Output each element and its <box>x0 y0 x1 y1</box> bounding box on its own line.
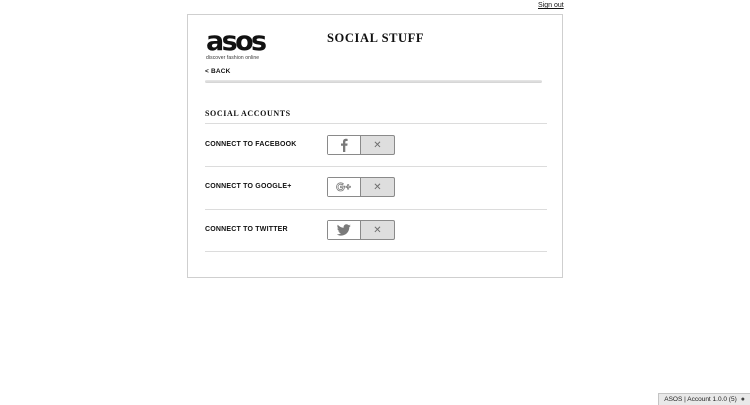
close-icon: ✕ <box>373 139 382 151</box>
row-divider <box>205 166 547 167</box>
logo-wordmark: asos <box>206 26 267 57</box>
status-indicator-icon: ● <box>740 396 745 403</box>
google-plus-connect-toggle[interactable]: ✕ <box>327 177 395 197</box>
header-divider <box>205 80 542 83</box>
facebook-connect-toggle[interactable]: ✕ <box>327 135 395 155</box>
section-title: SOCIAL ACCOUNTS <box>205 109 291 118</box>
twitter-icon <box>337 224 351 236</box>
facebook-icon <box>341 138 348 152</box>
asos-logo[interactable]: asos discover fashion online <box>206 26 272 61</box>
toggle-knob <box>328 221 361 239</box>
toggle-off-state: ✕ <box>361 136 394 154</box>
google-plus-icon <box>336 182 351 192</box>
social-settings-panel: asos discover fashion online SOCIAL STUF… <box>187 14 563 278</box>
row-divider <box>205 123 547 124</box>
twitter-connect-label: CONNECT TO TWITTER <box>205 226 288 233</box>
toggle-knob <box>328 178 361 196</box>
row-divider <box>205 209 547 210</box>
google-plus-connect-label: CONNECT TO GOOGLE+ <box>205 183 292 190</box>
toggle-knob <box>328 136 361 154</box>
close-icon: ✕ <box>373 181 382 193</box>
sign-out-link[interactable]: Sign out <box>538 2 564 9</box>
back-link[interactable]: < BACK <box>205 68 231 75</box>
status-text: ASOS | Account 1.0.0 (5) <box>664 396 737 403</box>
toggle-off-state: ✕ <box>361 221 394 239</box>
twitter-connect-toggle[interactable]: ✕ <box>327 220 395 240</box>
facebook-connect-label: CONNECT TO FACEBOOK <box>205 141 297 148</box>
close-icon: ✕ <box>373 224 382 236</box>
status-bar: ASOS | Account 1.0.0 (5) ● <box>658 393 750 405</box>
toggle-off-state: ✕ <box>361 178 394 196</box>
page-title: SOCIAL STUFF <box>327 31 425 45</box>
row-divider <box>205 251 547 252</box>
